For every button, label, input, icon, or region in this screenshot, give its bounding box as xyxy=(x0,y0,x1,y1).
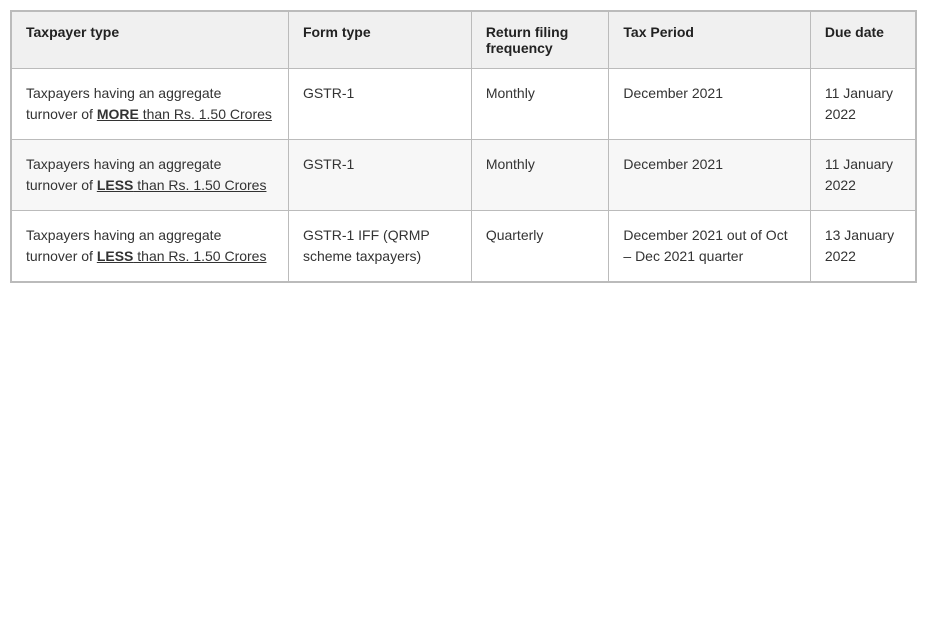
main-table-wrapper: Taxpayer type Form type Return filing fr… xyxy=(10,10,917,283)
cell-tax-period: December 2021 xyxy=(609,69,810,140)
cell-taxpayer-type: Taxpayers having an aggregate turnover o… xyxy=(12,211,289,282)
table-row: Taxpayers having an aggregate turnover o… xyxy=(12,69,916,140)
header-tax-period: Tax Period xyxy=(609,12,810,69)
cell-tax-period: December 2021 out of Oct – Dec 2021 quar… xyxy=(609,211,810,282)
cell-taxpayer-type: Taxpayers having an aggregate turnover o… xyxy=(12,140,289,211)
cell-filing-frequency: Quarterly xyxy=(471,211,609,282)
cell-taxpayer-type: Taxpayers having an aggregate turnover o… xyxy=(12,69,289,140)
cell-filing-frequency: Monthly xyxy=(471,69,609,140)
tax-table: Taxpayer type Form type Return filing fr… xyxy=(11,11,916,282)
table-row: Taxpayers having an aggregate turnover o… xyxy=(12,211,916,282)
cell-form-type: GSTR-1 xyxy=(288,140,471,211)
table-row: Taxpayers having an aggregate turnover o… xyxy=(12,140,916,211)
table-header-row: Taxpayer type Form type Return filing fr… xyxy=(12,12,916,69)
header-filing-frequency: Return filing frequency xyxy=(471,12,609,69)
cell-due-date: 11 January 2022 xyxy=(810,140,915,211)
cell-due-date: 13 January 2022 xyxy=(810,211,915,282)
cell-due-date: 11 January 2022 xyxy=(810,69,915,140)
header-due-date: Due date xyxy=(810,12,915,69)
header-taxpayer-type: Taxpayer type xyxy=(12,12,289,69)
cell-filing-frequency: Monthly xyxy=(471,140,609,211)
cell-form-type: GSTR-1 xyxy=(288,69,471,140)
cell-form-type: GSTR-1 IFF (QRMP scheme taxpayers) xyxy=(288,211,471,282)
cell-tax-period: December 2021 xyxy=(609,140,810,211)
header-form-type: Form type xyxy=(288,12,471,69)
